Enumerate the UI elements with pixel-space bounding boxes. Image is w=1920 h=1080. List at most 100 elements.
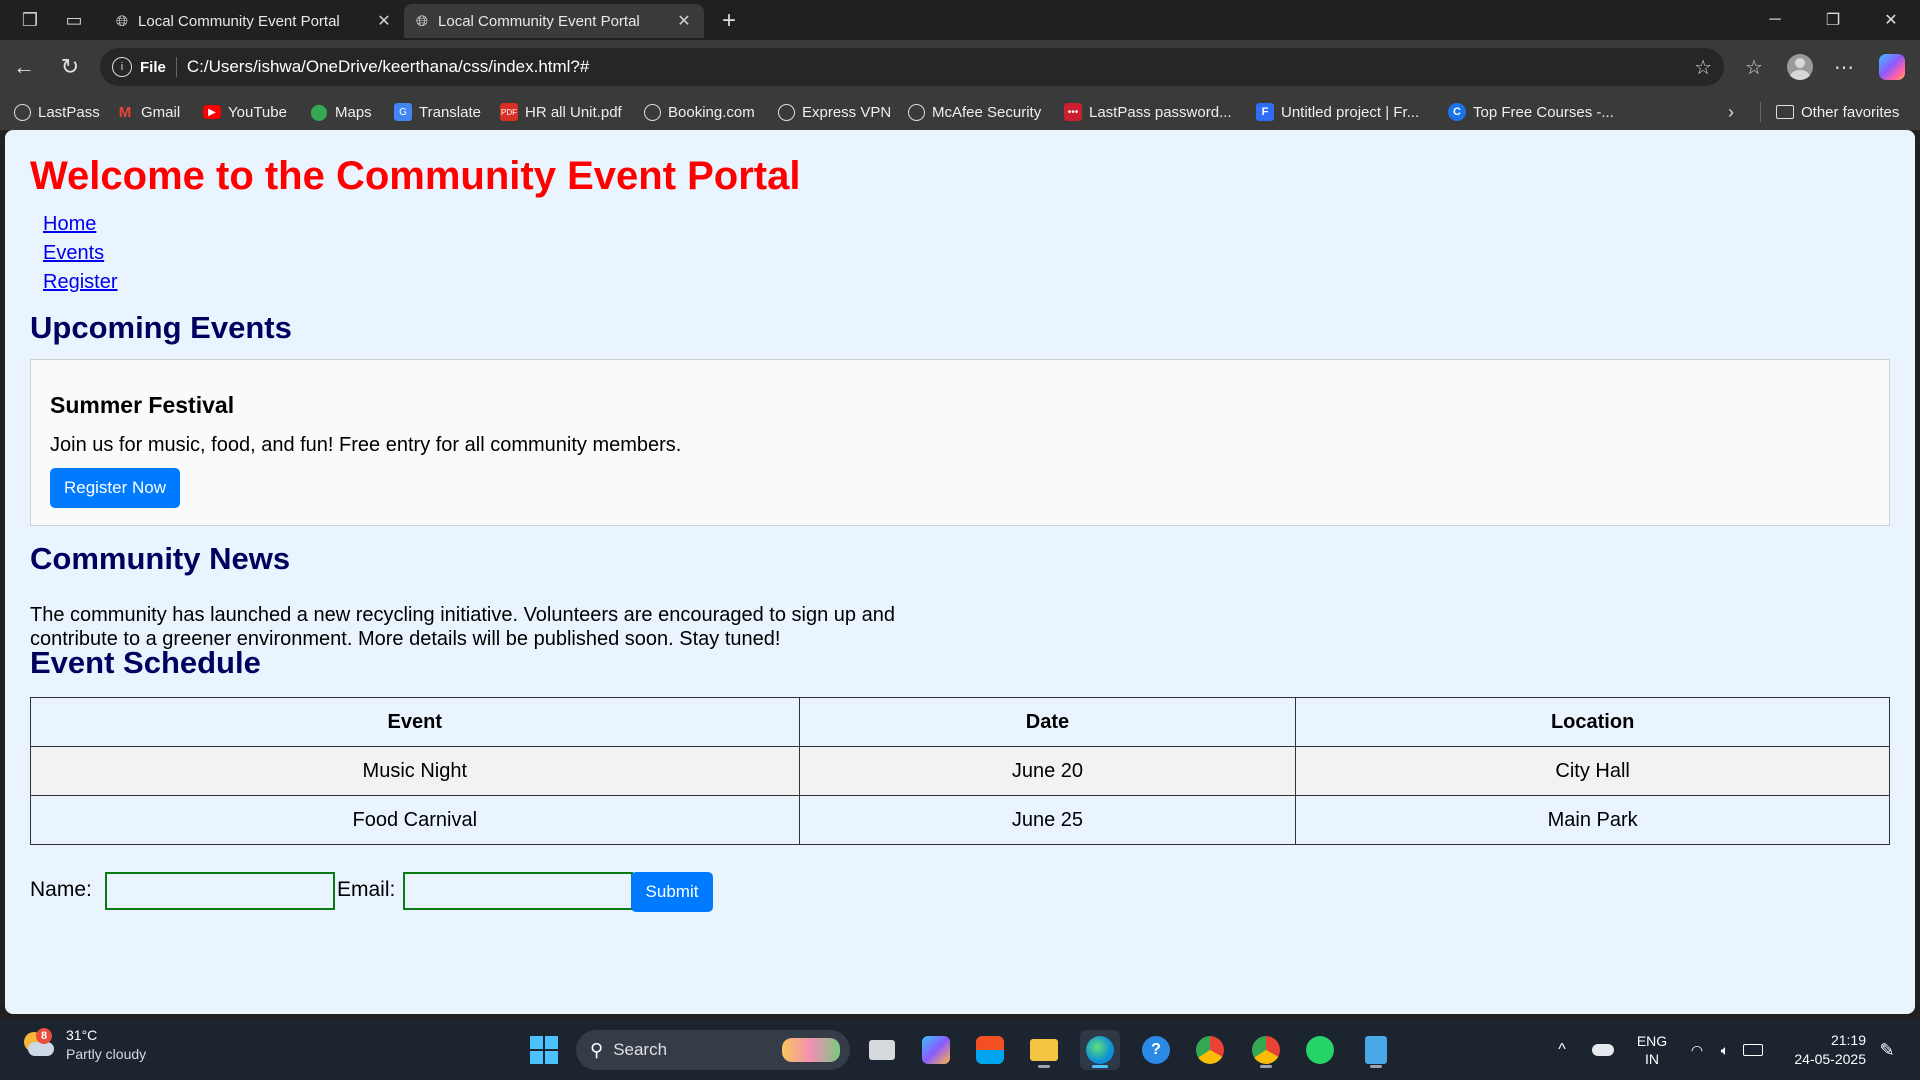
profile-button[interactable] — [1782, 49, 1818, 85]
info-icon[interactable]: i — [112, 57, 132, 77]
bookmark-label: LastPass password... — [1089, 103, 1232, 121]
edge-icon[interactable] — [1080, 1030, 1120, 1070]
more-options-icon[interactable]: ⋯ — [1826, 49, 1862, 85]
refresh-icon[interactable]: ↻ — [52, 49, 88, 85]
chevron-up-icon[interactable]: ^ — [1550, 1020, 1574, 1080]
tab-title: Local Community Event Portal — [138, 12, 340, 30]
bookmark-label: Maps — [335, 103, 372, 121]
lastpass-icon: ••• — [1064, 103, 1082, 121]
back-icon[interactable]: ← — [6, 49, 42, 85]
workspaces-icon[interactable]: ❒ — [16, 6, 44, 34]
language-line2: IN — [1645, 1051, 1659, 1067]
browser-toolbar: ← ↻ i File C:/Users/ishwa/OneDrive/keert… — [0, 40, 1920, 94]
divider — [1760, 102, 1761, 122]
youtube-icon: ▶ — [203, 105, 221, 119]
task-view-icon[interactable] — [862, 1030, 902, 1070]
page-title: Welcome to the Community Event Portal — [30, 154, 801, 198]
divider — [175, 57, 177, 77]
bookmark-hr-pdf[interactable]: PDF HR all Unit.pdf — [500, 94, 622, 130]
vertical-tabs-icon[interactable]: ▭ — [60, 6, 88, 34]
bookmark-maps[interactable]: ⬤ Maps — [310, 94, 372, 130]
other-favorites-label: Other favorites — [1801, 103, 1900, 121]
wifi-icon[interactable]: ◠ — [1684, 1020, 1710, 1080]
search-highlight-image — [782, 1038, 840, 1062]
cell-location: City Hall — [1295, 746, 1890, 796]
taskbar: 8 31°C Partly cloudy ⚲ Search ? ^ ENG IN… — [0, 1020, 1920, 1080]
close-tab-icon[interactable]: ✕ — [672, 11, 696, 31]
email-input[interactable] — [403, 872, 633, 910]
globe-icon — [908, 103, 925, 121]
bookmark-lastpass-password[interactable]: ••• LastPass password... — [1064, 94, 1232, 130]
language-indicator[interactable]: ENG IN — [1630, 1020, 1674, 1080]
bookmark-mcafee[interactable]: McAfee Security — [908, 94, 1041, 130]
bookmark-top-free-courses[interactable]: C Top Free Courses -... — [1448, 94, 1614, 130]
cell-event: Food Carnival — [30, 795, 800, 845]
file-explorer-icon[interactable] — [1024, 1030, 1064, 1070]
address-bar[interactable]: i File C:/Users/ishwa/OneDrive/keerthana… — [100, 48, 1724, 86]
copilot-button[interactable] — [1874, 49, 1910, 85]
notifications-icon[interactable]: ✎ — [1872, 1020, 1902, 1080]
globe-icon — [778, 103, 795, 121]
close-window-button[interactable]: ✕ — [1862, 0, 1920, 40]
table-row: Music Night June 20 City Hall — [30, 746, 1890, 796]
bookmark-label: Gmail — [141, 103, 181, 121]
bookmark-translate[interactable]: G Translate — [394, 94, 481, 130]
main-nav: Home Events Register — [43, 210, 117, 297]
bookmark-youtube[interactable]: ▶ YouTube — [203, 94, 287, 130]
bookmark-lastpass[interactable]: LastPass — [14, 94, 100, 130]
favorite-star-icon[interactable]: ☆ — [1694, 55, 1712, 80]
bookmark-untitled-project[interactable]: F Untitled project | Fr... — [1256, 94, 1419, 130]
minimize-button[interactable]: ─ — [1746, 0, 1804, 40]
new-tab-button[interactable]: + — [712, 4, 746, 38]
submit-button[interactable]: Submit — [631, 872, 713, 912]
column-header-location: Location — [1295, 697, 1890, 747]
favorites-icon[interactable]: ☆ — [1736, 49, 1772, 85]
url-text[interactable]: C:/Users/ishwa/OneDrive/keerthana/css/in… — [187, 57, 590, 77]
restore-button[interactable]: ❐ — [1804, 0, 1862, 40]
project-icon: F — [1256, 103, 1274, 121]
news-paragraph: The community has launched a new recycli… — [30, 604, 895, 650]
copilot-app-icon[interactable] — [916, 1030, 956, 1070]
bookmark-express-vpn[interactable]: Express VPN — [778, 94, 891, 130]
notepad-icon[interactable] — [1356, 1030, 1396, 1070]
chrome-icon[interactable] — [1190, 1030, 1230, 1070]
maps-icon: ⬤ — [310, 104, 328, 121]
nav-link-events[interactable]: Events — [43, 239, 117, 268]
whatsapp-icon[interactable] — [1300, 1030, 1340, 1070]
globe-icon: 🌐︎ — [416, 12, 429, 30]
bookmark-booking[interactable]: Booking.com — [644, 94, 755, 130]
event-schedule-heading: Event Schedule — [30, 645, 261, 680]
microsoft-store-icon[interactable] — [970, 1030, 1010, 1070]
battery-icon[interactable] — [1740, 1020, 1766, 1080]
other-favorites[interactable]: Other favorites — [1776, 94, 1899, 130]
event-title: Summer Festival — [50, 392, 235, 418]
taskbar-search[interactable]: ⚲ Search — [576, 1030, 850, 1070]
register-now-button[interactable]: Register Now — [50, 468, 180, 508]
tab-1[interactable]: 🌐︎ Local Community Event Portal ✕ — [104, 4, 404, 38]
weather-widget[interactable]: 8 31°C Partly cloudy — [22, 1026, 146, 1064]
help-app-icon[interactable]: ? — [1136, 1030, 1176, 1070]
nav-link-home[interactable]: Home — [43, 210, 117, 239]
nav-link-register[interactable]: Register — [43, 268, 117, 297]
name-input[interactable] — [105, 872, 335, 910]
name-label: Name: — [30, 878, 92, 901]
tab-2-active[interactable]: 🌐︎ Local Community Event Portal ✕ — [404, 4, 704, 38]
partly-cloudy-icon: 8 — [22, 1028, 56, 1060]
cell-date: June 20 — [798, 746, 1297, 796]
onedrive-cloud-icon[interactable] — [1588, 1020, 1618, 1080]
volume-icon[interactable]: 🔈︎ — [1712, 1020, 1738, 1080]
bookmark-label: YouTube — [228, 103, 287, 121]
translate-icon: G — [394, 103, 412, 121]
avatar — [1787, 54, 1813, 80]
close-tab-icon[interactable]: ✕ — [372, 11, 396, 31]
chevron-right-icon[interactable]: › — [1716, 94, 1746, 130]
globe-icon: 🌐︎ — [116, 12, 129, 30]
chrome-profile-icon[interactable] — [1246, 1030, 1286, 1070]
clock-date: 24-05-2025 — [1794, 1051, 1866, 1067]
bookmark-label: Untitled project | Fr... — [1281, 103, 1420, 121]
clock-time: 21:19 — [1830, 1032, 1866, 1048]
start-button[interactable] — [524, 1030, 564, 1070]
clock[interactable]: 21:19 24-05-2025 — [1776, 1020, 1866, 1080]
gmail-icon: M — [118, 103, 132, 121]
bookmark-gmail[interactable]: M Gmail — [116, 94, 180, 130]
